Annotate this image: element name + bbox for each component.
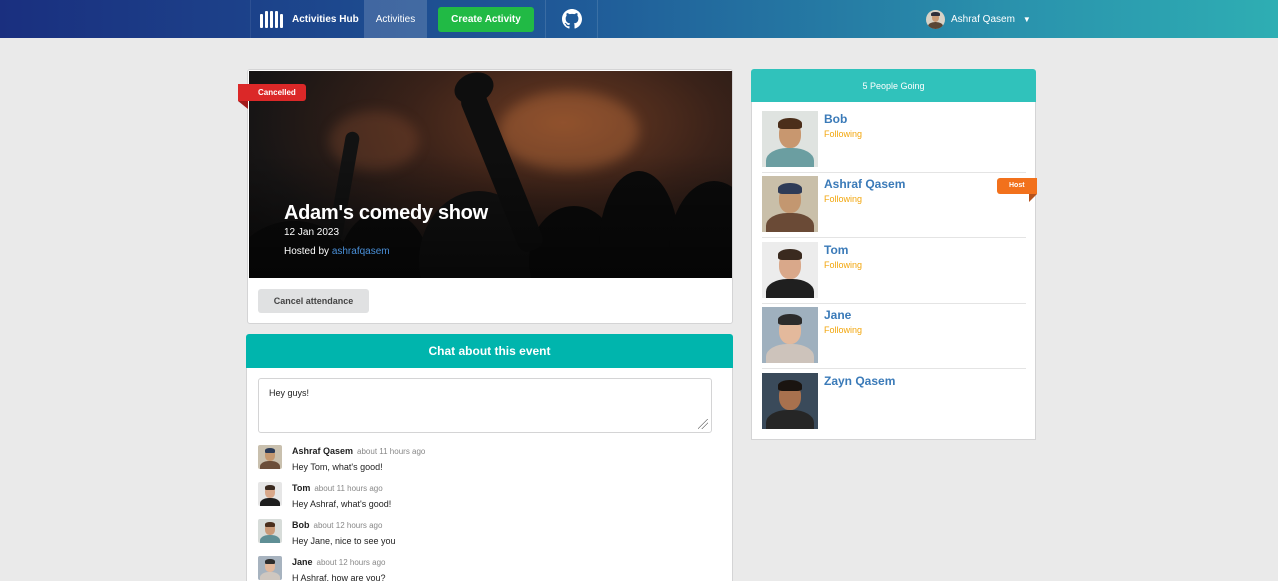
top-navbar: Activities Hub Activities Create Activit… <box>0 0 1278 38</box>
chat-input-text: Hey guys! <box>269 388 310 398</box>
nav-activities-link[interactable]: Activities <box>364 0 427 38</box>
attendee-avatar[interactable] <box>762 111 818 167</box>
resize-grip-icon[interactable] <box>698 419 708 429</box>
create-activity-button[interactable]: Create Activity <box>438 7 534 32</box>
divider <box>762 172 1026 173</box>
attendee-item: Tom Following <box>762 242 1026 307</box>
comment-item: Tom about 11 hours ago Hey Ashraf, what's… <box>258 482 698 512</box>
comment-time: about 11 hours ago <box>357 447 426 456</box>
comment-avatar[interactable] <box>258 445 282 469</box>
attendees-header: 5 People Going <box>751 69 1036 102</box>
chat-panel: Hey guys! Ashraf Qasem about 11 hours ago… <box>246 368 733 581</box>
divider <box>762 368 1026 369</box>
comment-author[interactable]: Ashraf Qasem <box>292 446 353 456</box>
chat-header: Chat about this event <box>246 334 733 368</box>
hosted-by-prefix: Hosted by <box>284 246 332 257</box>
divider <box>762 237 1026 238</box>
event-image-overlay: Adam's comedy show 12 Jan 2023 Hosted by… <box>249 71 732 278</box>
following-label: Following <box>824 260 863 270</box>
comment-time: about 12 hours ago <box>316 558 386 567</box>
host-profile-link[interactable]: ashrafqasem <box>332 246 390 257</box>
comment-text: H Ashraf, how are you? <box>292 573 386 581</box>
comment-avatar[interactable] <box>258 556 282 580</box>
event-header-card: Adam's comedy show 12 Jan 2023 Hosted by… <box>238 69 733 324</box>
brand-link[interactable]: Activities Hub <box>250 0 364 38</box>
comment-avatar[interactable] <box>258 482 282 506</box>
attendees-list: Bob Following Ashraf Qasem Following Tom… <box>751 102 1036 440</box>
comment-item: Ashraf Qasem about 11 hours ago Hey Tom, … <box>258 445 698 475</box>
comment-time: about 11 hours ago <box>314 484 383 493</box>
attendee-name[interactable]: Tom <box>824 243 848 257</box>
comment-time: about 12 hours ago <box>313 521 383 530</box>
divider <box>762 303 1026 304</box>
event-host: Hosted by ashrafqasem <box>284 246 390 257</box>
comment-item: Jane about 12 hours ago H Ashraf, how are… <box>258 556 698 581</box>
github-link[interactable] <box>546 0 598 38</box>
attendee-avatar[interactable] <box>762 176 818 232</box>
user-avatar <box>926 9 945 29</box>
following-label: Following <box>824 194 863 204</box>
attendee-name[interactable]: Bob <box>824 112 847 126</box>
user-menu[interactable]: Ashraf Qasem ▼ <box>926 0 1031 38</box>
comment-author[interactable]: Tom <box>292 483 310 493</box>
attendee-name[interactable]: Zayn Qasem <box>824 374 895 388</box>
attendee-name[interactable]: Jane <box>824 308 851 322</box>
cancelled-ribbon: Cancelled <box>238 84 306 109</box>
cancel-attendance-button[interactable]: Cancel attendance <box>258 289 369 313</box>
attendee-item: Bob Following <box>762 111 1026 176</box>
brand-label: Activities Hub <box>292 13 359 25</box>
attendee-name[interactable]: Ashraf Qasem <box>824 177 905 191</box>
event-title: Adam's comedy show <box>284 202 488 224</box>
people-logo-icon <box>260 10 284 28</box>
comment-text: Hey Ashraf, what's good! <box>292 499 392 509</box>
user-name: Ashraf Qasem <box>951 13 1015 25</box>
comment-text: Hey Jane, nice to see you <box>292 536 396 546</box>
attendee-item: Zayn Qasem <box>762 373 1026 438</box>
comment-author[interactable]: Jane <box>292 557 313 567</box>
following-label: Following <box>824 129 863 139</box>
comment-item: Bob about 12 hours ago Hey Jane, nice to … <box>258 519 698 549</box>
comment-author[interactable]: Bob <box>292 520 310 530</box>
comment-avatar[interactable] <box>258 519 282 543</box>
nav-create-item: Create Activity <box>427 0 546 38</box>
chat-input[interactable]: Hey guys! <box>258 378 712 433</box>
attendee-avatar[interactable] <box>762 242 818 298</box>
attendee-avatar[interactable] <box>762 307 818 363</box>
event-date: 12 Jan 2023 <box>284 227 340 238</box>
host-ribbon: Host <box>997 178 1037 202</box>
comment-text: Hey Tom, what's good! <box>292 462 383 472</box>
attendee-item: Jane Following <box>762 307 1026 372</box>
attendee-avatar[interactable] <box>762 373 818 429</box>
github-icon <box>561 9 582 29</box>
attendee-item: Ashraf Qasem Following <box>762 176 1026 241</box>
following-label: Following <box>824 325 863 335</box>
caret-down-icon: ▼ <box>1022 14 1031 24</box>
